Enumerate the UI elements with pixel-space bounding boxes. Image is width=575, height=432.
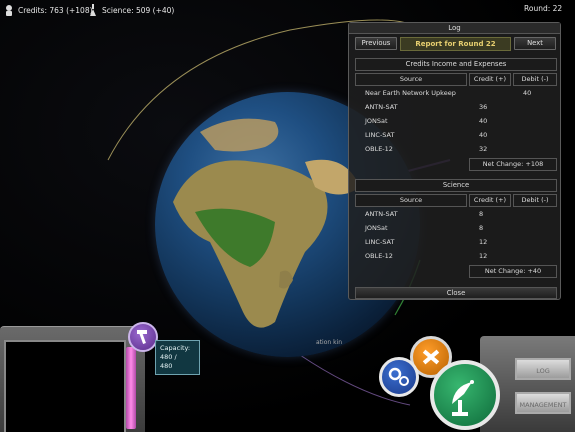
satellite-launch-button[interactable]	[430, 360, 500, 430]
science-row-source: ANTN-SAT	[365, 210, 398, 218]
credits-row-source: JONSat	[365, 117, 388, 125]
credits-row-source: LINC-SAT	[365, 131, 395, 139]
science-row-source: LINC-SAT	[365, 238, 395, 246]
science-section-title: Science	[355, 179, 557, 192]
credits-net-change: Net Change: +108	[469, 158, 557, 171]
credits-display: Credits: 763 (+108)	[4, 4, 93, 16]
science-display: Science: 509 (+40)	[88, 4, 174, 16]
build-button[interactable]	[128, 322, 158, 352]
credits-row-credit: 32	[479, 145, 488, 153]
science-row-credit: 8	[479, 224, 484, 232]
next-button[interactable]: Next	[514, 37, 556, 50]
log-panel: Log Previous Report for Round 22 Next Cr…	[348, 22, 561, 300]
satellite-dish-icon	[452, 380, 474, 416]
gears-icon	[388, 367, 409, 386]
previous-button[interactable]: Previous	[355, 37, 397, 50]
log-button[interactable]: LOG	[515, 358, 571, 380]
credits-row-credit: 40	[479, 117, 488, 125]
capacity-tooltip: Capacity: 480 / 480	[155, 340, 200, 375]
report-round-label: Report for Round 22	[400, 37, 511, 51]
management-button[interactable]: MANAGEMENT	[515, 392, 571, 414]
round-label: Round: 22	[524, 4, 563, 13]
science-row-credit: 8	[479, 210, 484, 218]
credits-label: Credits: 763 (+108)	[18, 5, 93, 15]
capacity-max: 480	[160, 362, 173, 370]
close-button[interactable]: Close	[355, 287, 557, 299]
credits-row-credit: 40	[479, 131, 488, 139]
science-net-change: Net Change: +40	[469, 265, 557, 278]
console-screen	[4, 340, 126, 432]
credits-row-debit: 40	[523, 89, 532, 97]
science-label: Science: 509 (+40)	[102, 5, 175, 15]
round-display: Round: 22	[524, 4, 562, 13]
credits-row-credit: 36	[479, 103, 488, 111]
science-row-credit: 12	[479, 238, 488, 246]
satellite-name-label: ation kin	[316, 339, 343, 346]
capacity-label: Capacity:	[160, 344, 191, 352]
console-capacity-bar	[126, 347, 136, 429]
science-row-source: OBLE-12	[365, 252, 393, 260]
credits-credit-header: Credit (+)	[469, 73, 511, 86]
science-debit-header: Debit (-)	[513, 194, 557, 207]
log-panel-title: Log	[349, 23, 560, 34]
science-row-credit: 12	[479, 252, 488, 260]
science-row-source: JONSat	[365, 224, 388, 232]
credits-row-source: ANTN-SAT	[365, 103, 398, 111]
credits-debit-header: Debit (-)	[513, 73, 557, 86]
settings-button[interactable]	[379, 357, 419, 397]
astronaut-icon	[4, 4, 14, 16]
credits-row-source: Near Earth Network Upkeep	[365, 89, 456, 97]
science-credit-header: Credit (+)	[469, 194, 511, 207]
game-viewport[interactable]: ation kin Credits: 763 (+108) Science: 5…	[0, 0, 575, 432]
credits-source-header: Source	[355, 73, 467, 86]
capacity-value: 480 /	[160, 353, 177, 361]
left-console	[0, 326, 145, 432]
hammer-icon	[137, 330, 147, 344]
flask-icon	[88, 4, 98, 16]
science-source-header: Source	[355, 194, 467, 207]
credits-row-source: OBLE-12	[365, 145, 393, 153]
credits-section-title: Credits Income and Expenses	[355, 58, 557, 71]
top-hud: Credits: 763 (+108) Science: 509 (+40) R…	[0, 0, 575, 24]
